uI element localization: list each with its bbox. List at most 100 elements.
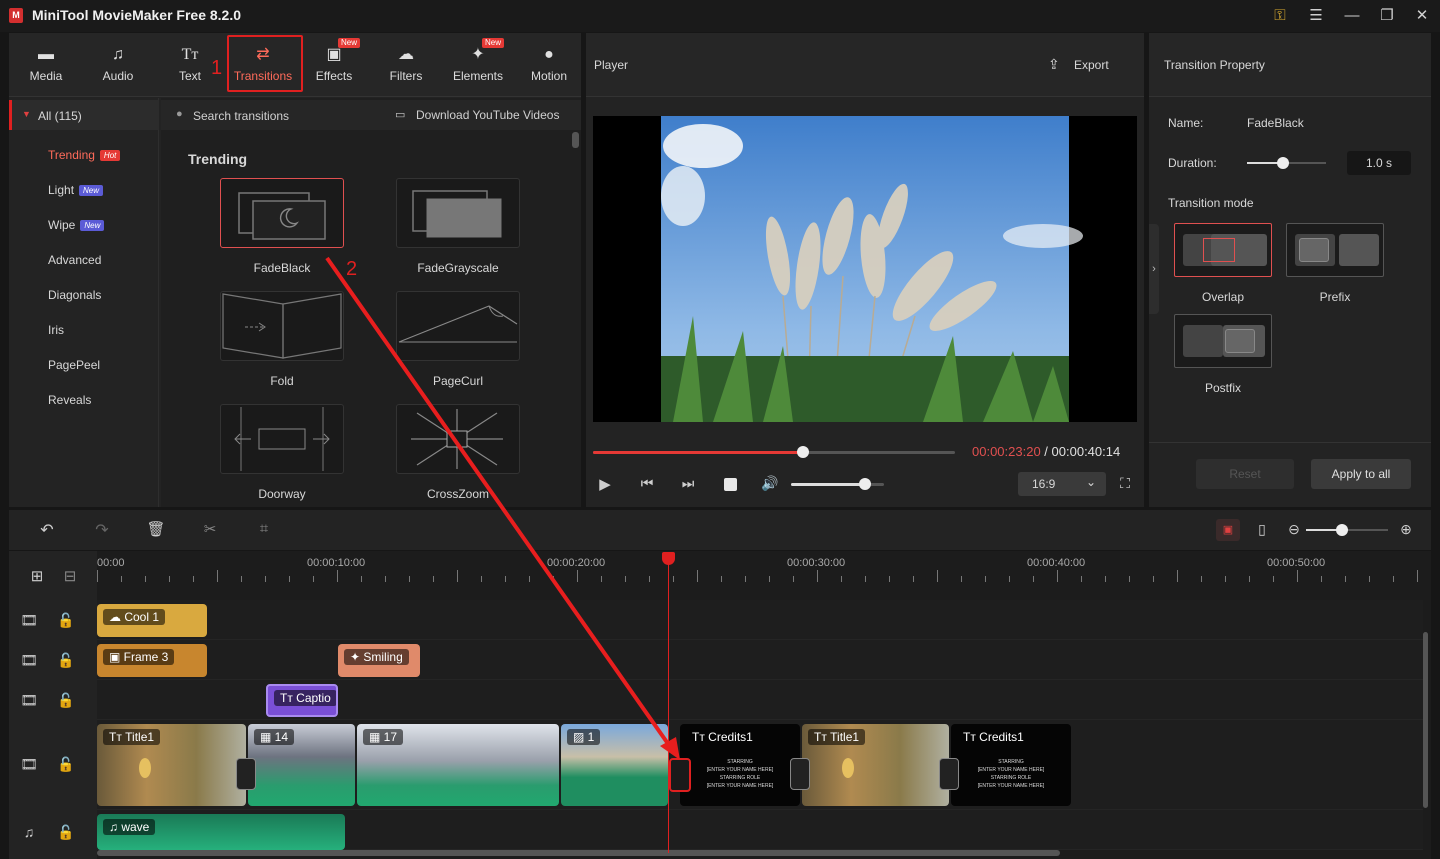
lock-icon[interactable]: 🔓 [57, 652, 75, 669]
play-icon[interactable]: ▶ [596, 475, 614, 493]
ruler-tick [649, 576, 650, 582]
menu-icon[interactable]: ☰ [1304, 4, 1328, 28]
grid-scrollbar[interactable] [572, 132, 579, 148]
aspect-ratio-select[interactable]: 16:9 ⌄ [1018, 472, 1106, 496]
tool-motion[interactable]: ● Motion [513, 33, 585, 97]
text-clip-caption[interactable]: Tт Captio [266, 684, 338, 717]
category-wipe[interactable]: Wipe New [48, 218, 105, 232]
crop-icon[interactable]: ⌗ [254, 520, 274, 537]
duration-input[interactable]: 1.0 s [1347, 151, 1411, 175]
download-youtube-link[interactable]: Download YouTube Videos [416, 108, 559, 122]
fit-icon[interactable]: ▯ [1252, 521, 1272, 538]
lock-icon[interactable]: 🔓 [57, 692, 75, 709]
transition-fadegrayscale-thumb[interactable] [396, 178, 520, 248]
timeline-horizontal-scrollbar[interactable] [97, 850, 1060, 856]
tool-elements[interactable]: New ✦ Elements [442, 33, 514, 97]
transition-slot[interactable] [236, 758, 256, 790]
audio-clip-wave[interactable]: ♫ wave [97, 814, 345, 850]
collapse-panel-icon[interactable]: › [1149, 224, 1159, 314]
zoom-out-icon[interactable]: ⊖ [1285, 521, 1303, 538]
lock-icon[interactable]: 🔓 [57, 756, 75, 773]
transition-slot-selected[interactable] [669, 758, 691, 792]
apply-to-all-button[interactable]: Apply to all [1311, 459, 1411, 489]
undo-icon[interactable]: ↶ [37, 520, 57, 540]
clip-video-17[interactable]: ▦ 17 [357, 724, 559, 806]
clip-image-1[interactable]: ▨ 1 [561, 724, 668, 806]
crosszoom-icon [411, 409, 503, 469]
effect-clip-cool[interactable]: ☁ Cool 1 [97, 604, 207, 637]
playback-progress-handle[interactable] [796, 446, 809, 458]
volume-slider[interactable] [791, 478, 884, 490]
timeline-ruler[interactable] [97, 552, 1423, 592]
clip-text: Title1 [830, 730, 860, 744]
snap-icon[interactable]: ▣ [1216, 519, 1240, 541]
volume-icon[interactable]: 🔊 [760, 475, 780, 492]
transition-doorway-thumb[interactable] [220, 404, 344, 474]
transition-crosszoom-thumb[interactable] [396, 404, 520, 474]
clip-credits1-a[interactable]: Tт Credits1 STARRING [ENTER YOUR NAME HE… [680, 724, 800, 806]
transition-fadeblack-thumb[interactable] [220, 178, 344, 248]
category-pagepeel[interactable]: PagePeel [48, 358, 100, 372]
tool-filters[interactable]: ☁ Filters [370, 33, 442, 97]
export-button[interactable]: Export [1074, 58, 1109, 72]
previous-frame-icon[interactable]: ⏮ [638, 475, 656, 492]
key-icon[interactable]: ⚿ [1268, 4, 1292, 28]
clip-title1-a[interactable]: Tт Title1 [97, 724, 246, 806]
mode-postfix[interactable] [1174, 314, 1272, 368]
category-light[interactable]: Light New [48, 183, 104, 197]
tool-audio[interactable]: ♫ Audio [82, 33, 154, 97]
search-input[interactable]: Search transitions [193, 109, 289, 123]
chevron-down-icon: ⌄ [1086, 475, 1097, 489]
clip-video-14[interactable]: ▦ 14 [248, 724, 355, 806]
category-iris[interactable]: Iris [48, 323, 64, 337]
next-frame-icon[interactable]: ⏭ [679, 475, 697, 492]
category-reveals[interactable]: Reveals [48, 393, 91, 407]
reset-button[interactable]: Reset [1196, 459, 1294, 489]
collapse-caret-icon[interactable]: ▼ [22, 109, 31, 119]
category-advanced[interactable]: Advanced [48, 253, 101, 267]
redo-icon[interactable]: ↷ [92, 520, 112, 540]
transition-fold-thumb[interactable] [220, 291, 344, 361]
playback-progress-track[interactable] [593, 446, 955, 458]
zoom-in-icon[interactable]: ⊕ [1397, 521, 1415, 538]
transition-pagecurl-thumb[interactable] [396, 291, 520, 361]
minimize-button[interactable]: — [1340, 4, 1364, 28]
clip-credits1-b[interactable]: Tт Credits1 STARRING [ENTER YOUR NAME HE… [951, 724, 1071, 806]
duration-slider-handle[interactable] [1277, 157, 1289, 169]
ruler-tick [793, 576, 794, 582]
ruler-tick [1417, 570, 1418, 582]
delete-icon[interactable]: 🗑 [146, 520, 166, 538]
lock-icon[interactable]: 🔓 [57, 612, 75, 629]
fullscreen-icon[interactable]: ⛶ [1116, 475, 1134, 492]
scissors-icon[interactable]: ✂ [200, 520, 220, 538]
category-all[interactable] [9, 100, 159, 130]
transition-mode-label: Transition mode [1168, 196, 1254, 210]
stop-icon[interactable] [724, 478, 737, 491]
playhead-handle[interactable] [662, 552, 675, 565]
element-clip-frame[interactable]: ▣ Frame 3 [97, 644, 207, 677]
lock-icon[interactable]: 🔓 [57, 824, 75, 841]
zoom-slider[interactable] [1306, 524, 1388, 536]
mode-prefix[interactable] [1286, 223, 1384, 277]
ruler-tick [1153, 576, 1154, 582]
category-diagonals[interactable]: Diagonals [48, 288, 101, 302]
duration-slider[interactable] [1247, 157, 1326, 169]
transition-slot[interactable] [939, 758, 959, 790]
add-track-icon[interactable]: ⊞ [27, 567, 47, 585]
remove-track-icon[interactable]: ⊟ [60, 567, 80, 585]
timeline-vertical-scrollbar[interactable] [1423, 632, 1428, 808]
tool-media[interactable]: ▬ Media [10, 33, 82, 97]
mode-overlap[interactable] [1174, 223, 1272, 277]
category-label: Diagonals [48, 288, 102, 302]
tool-effects[interactable]: New ▣ Effects [298, 33, 370, 97]
playhead-line [668, 553, 669, 853]
ruler-label: 00:00:10:00 [307, 557, 366, 569]
clip-label: Tт Credits1 [957, 729, 1030, 745]
zoom-slider-handle[interactable] [1336, 524, 1348, 536]
close-button[interactable]: ✕ [1410, 4, 1434, 28]
element-clip-smiling[interactable]: ✦ Smiling [338, 644, 420, 677]
transition-slot[interactable] [790, 758, 810, 790]
category-trending[interactable]: Trending Hot [48, 148, 121, 162]
clip-title1-b[interactable]: Tт Title1 [802, 724, 949, 806]
maximize-button[interactable]: ❐ [1375, 4, 1399, 28]
